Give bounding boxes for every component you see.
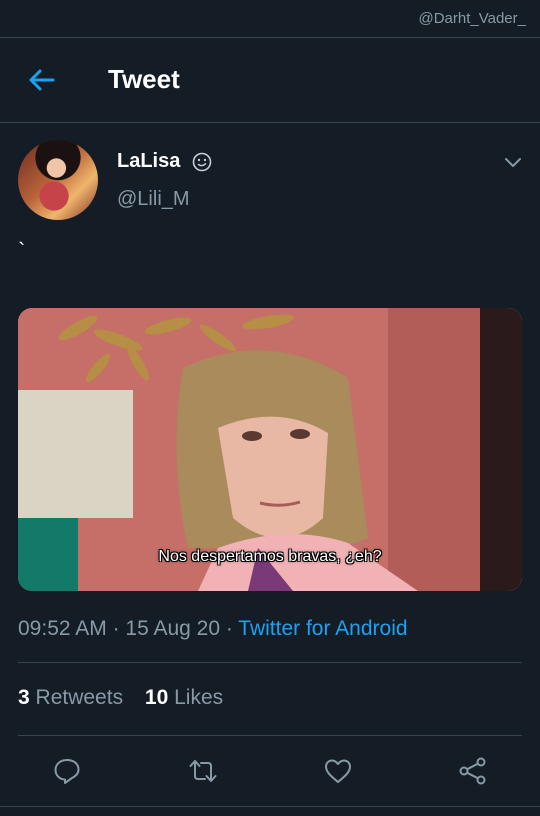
like-icon[interactable]: [323, 756, 353, 786]
retweets-stat[interactable]: 3 Retweets: [18, 686, 123, 709]
smirk-emoji-icon: [192, 152, 212, 172]
divider: [18, 735, 522, 736]
avatar[interactable]: [18, 140, 98, 220]
user-handle[interactable]: @Lili_M: [117, 188, 190, 211]
tweet-source-link[interactable]: Twitter for Android: [238, 617, 407, 640]
display-name[interactable]: LaLisa: [117, 150, 180, 173]
watermark: @Darht_Vader_: [418, 10, 526, 27]
header: Tweet: [0, 38, 540, 123]
tweet-date: 15 Aug 20: [125, 617, 220, 640]
reply-icon[interactable]: [52, 756, 82, 786]
divider: [0, 806, 540, 807]
tweet-time: 09:52 AM: [18, 617, 107, 640]
back-button[interactable]: [26, 64, 58, 96]
retweets-label: Retweets: [35, 686, 124, 709]
chevron-down-icon[interactable]: [503, 152, 523, 172]
retweet-icon[interactable]: [188, 756, 218, 786]
retweets-count: 3: [18, 686, 30, 709]
arrow-left-icon: [29, 69, 55, 91]
likes-count: 10: [144, 686, 169, 709]
divider: [18, 662, 522, 663]
tweet-stats: 3 Retweets 10 Likes: [18, 686, 223, 710]
media-subtitle: Nos despertamos bravas, ¿eh?: [158, 548, 382, 565]
page-title: Tweet: [108, 64, 180, 94]
tweet-meta: 09:52 AM · 15 Aug 20 · Twitter for Andro…: [18, 617, 408, 640]
likes-stat[interactable]: 10 Likes: [145, 686, 223, 709]
tweet-text: `: [18, 238, 26, 263]
share-icon[interactable]: [458, 756, 488, 786]
likes-label: Likes: [174, 686, 224, 709]
tweet-media[interactable]: Nos despertamos bravas, ¿eh?: [18, 308, 522, 591]
